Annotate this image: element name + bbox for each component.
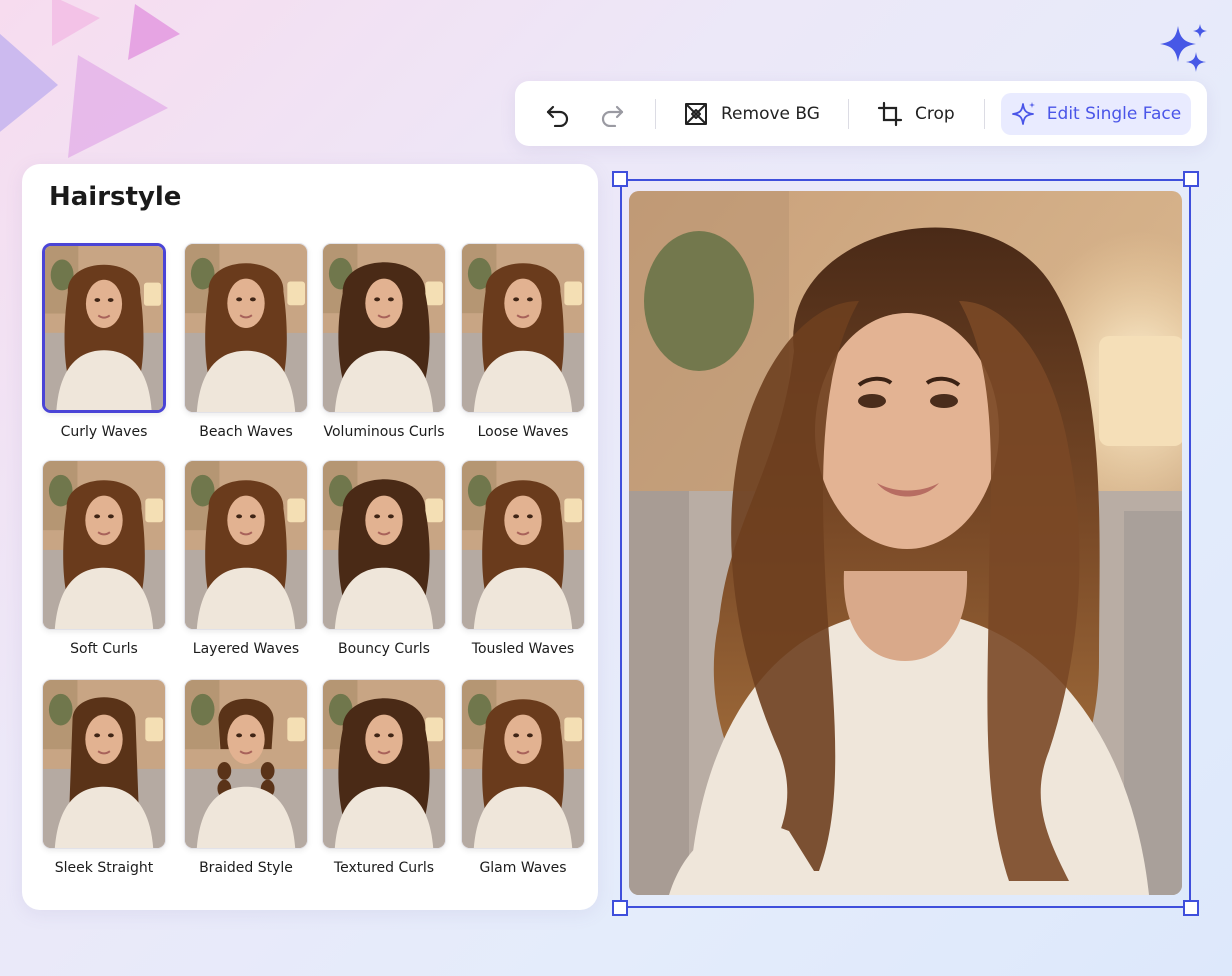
hairstyle-label: Curly Waves	[60, 424, 148, 440]
hairstyle-thumbnail[interactable]	[461, 460, 585, 630]
hairstyle-option[interactable]: Beach Waves	[184, 243, 308, 447]
hairstyle-label: Loose Waves	[477, 424, 569, 440]
hairstyle-preview-image	[323, 461, 445, 629]
hairstyle-preview-image	[462, 244, 584, 412]
hairstyle-option[interactable]: Sleek Straight	[42, 679, 166, 883]
crop-icon	[877, 101, 903, 127]
hairstyle-thumbnail[interactable]	[461, 679, 585, 849]
hairstyle-option[interactable]: Voluminous Curls	[322, 243, 446, 447]
hairstyle-label: Bouncy Curls	[338, 641, 430, 657]
hairstyle-preview-image	[43, 680, 165, 848]
hairstyle-panel: Hairstyle Curly Waves Beach Waves Volumino…	[22, 164, 598, 910]
edit-single-face-button[interactable]: Edit Single Face	[1001, 93, 1191, 135]
hairstyle-preview-image	[185, 680, 307, 848]
hairstyle-option[interactable]: Tousled Waves	[461, 460, 585, 664]
toolbar-divider	[984, 99, 985, 129]
crop-button[interactable]: Crop	[877, 98, 955, 130]
hairstyle-label: Glam Waves	[479, 860, 567, 876]
hairstyle-preview-image	[323, 244, 445, 412]
hairstyle-preview-image	[323, 680, 445, 848]
hairstyle-thumbnail[interactable]	[42, 460, 166, 630]
editor-toolbar: Remove BG Crop Edit Single Face	[515, 81, 1207, 146]
hairstyle-label: Textured Curls	[333, 860, 435, 876]
toolbar-divider	[848, 99, 849, 129]
remove-background-icon	[685, 103, 707, 125]
hairstyle-option[interactable]: Glam Waves	[461, 679, 585, 883]
sparkle-icon	[1011, 102, 1035, 125]
hairstyle-thumbnail[interactable]	[184, 679, 308, 849]
resize-handle-bottom-right[interactable]	[1183, 900, 1199, 916]
hairstyle-option[interactable]: Bouncy Curls	[322, 460, 446, 664]
undo-button[interactable]	[542, 98, 574, 130]
hairstyle-thumbnail[interactable]	[184, 460, 308, 630]
hairstyle-option[interactable]: Loose Waves	[461, 243, 585, 447]
hairstyle-preview-image	[185, 461, 307, 629]
hairstyle-option[interactable]: Textured Curls	[322, 679, 446, 883]
hairstyle-thumbnail[interactable]	[322, 460, 446, 630]
crop-label: Crop	[915, 104, 955, 124]
hairstyle-option[interactable]: Curly Waves	[42, 243, 166, 447]
redo-button[interactable]	[596, 98, 628, 130]
hairstyle-preview-image	[43, 461, 165, 629]
hairstyle-preview-image	[462, 461, 584, 629]
hairstyle-option[interactable]: Soft Curls	[42, 460, 166, 664]
hairstyle-preview-image	[185, 244, 307, 412]
selection-frame[interactable]	[620, 179, 1191, 908]
resize-handle-top-left[interactable]	[612, 171, 628, 187]
hairstyle-thumbnail[interactable]	[322, 243, 446, 413]
resize-handle-top-right[interactable]	[1183, 171, 1199, 187]
hairstyle-preview-image	[45, 246, 163, 410]
redo-icon	[601, 105, 624, 127]
hairstyle-label: Beach Waves	[199, 424, 293, 440]
hairstyle-option[interactable]: Layered Waves	[184, 460, 308, 664]
toolbar-divider	[655, 99, 656, 129]
remove-bg-label: Remove BG	[721, 104, 820, 124]
hairstyle-option[interactable]: Braided Style	[184, 679, 308, 883]
hairstyle-thumbnail[interactable]	[42, 243, 166, 413]
remove-bg-button[interactable]: Remove BG	[683, 98, 820, 130]
hairstyle-grid: Curly Waves Beach Waves Voluminous Curls Lo…	[22, 164, 598, 910]
hairstyle-label: Braided Style	[199, 860, 293, 876]
hairstyle-label: Sleek Straight	[54, 860, 154, 876]
hairstyle-label: Voluminous Curls	[323, 424, 445, 440]
sparkle-decoration-icon	[1160, 24, 1207, 72]
hairstyle-thumbnail[interactable]	[42, 679, 166, 849]
resize-handle-bottom-left[interactable]	[612, 900, 628, 916]
edit-single-face-label: Edit Single Face	[1046, 104, 1182, 124]
hairstyle-label: Tousled Waves	[471, 641, 575, 657]
hairstyle-label: Soft Curls	[70, 641, 138, 657]
hairstyle-thumbnail[interactable]	[322, 679, 446, 849]
hairstyle-preview-image	[462, 680, 584, 848]
decorative-triangles	[0, 0, 180, 158]
undo-icon	[546, 105, 569, 127]
hairstyle-thumbnail[interactable]	[461, 243, 585, 413]
hairstyle-thumbnail[interactable]	[184, 243, 308, 413]
hairstyle-label: Layered Waves	[192, 641, 300, 657]
